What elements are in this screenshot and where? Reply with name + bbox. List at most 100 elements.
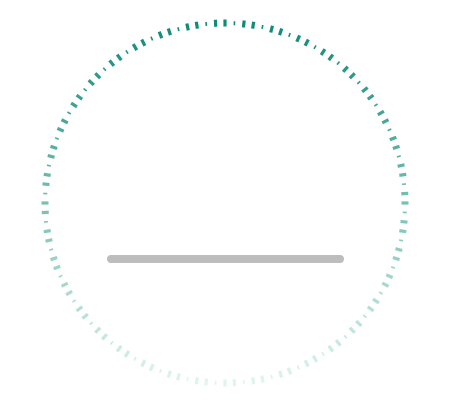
ring-tick [334,339,342,347]
ring-tick [295,34,302,43]
ring-tick [75,305,84,313]
ring-tick [303,38,310,47]
ring-tick [45,238,53,243]
ring-tick [366,305,375,313]
ring-tick [109,340,114,345]
ring-tick [381,281,390,288]
ring-tick [60,118,69,125]
ring-tick [186,376,189,382]
ring-tick [175,373,181,381]
ring-tick [133,356,137,362]
ring-tick [269,25,275,33]
ring-tick [66,111,72,115]
ring-tick [278,27,284,36]
ring-tick [166,27,172,36]
ring-tick [392,144,401,150]
ring-tick [157,31,164,39]
ring-tick [381,118,390,125]
ring-tick [392,256,401,262]
ring-tick [251,377,256,385]
ring-tick [48,248,54,251]
ring-tick [319,48,327,56]
ring-tick [355,319,363,327]
ring-tick [194,21,199,29]
ring-tick [83,87,88,92]
ring-tick [43,229,51,234]
ring-tick [49,256,58,262]
ring-tick [194,377,199,385]
loading-screen [0,0,451,410]
progress-bar [107,255,344,263]
ring-tick [396,155,402,158]
ring-tick [387,128,392,132]
ring-tick [58,274,63,278]
ring-tick [286,367,293,375]
ring-tick [372,297,380,305]
ring-tick [49,144,58,150]
ring-tick [204,378,209,386]
ring-tick [131,43,139,51]
ring-tick [89,321,94,326]
ring-tick [115,53,123,62]
ring-tick [43,172,51,177]
ring-tick [123,350,131,358]
ring-tick [385,273,394,280]
ring-tick [159,368,162,374]
ring-tick [75,93,84,101]
ring-tick [177,26,180,32]
ring-tick [390,266,396,269]
ring-tick [395,247,403,253]
ring-tick [47,153,55,159]
ring-tick [373,103,379,107]
ring-tick [348,72,356,80]
ring-tick [278,370,284,379]
ring-tick [140,38,147,47]
ring-tick [356,80,361,85]
ring-tick [108,59,116,67]
ring-tick [362,314,367,319]
ring-tick [125,49,129,55]
ring-tick [94,326,102,334]
ring-tick [296,365,300,370]
ring-tick [398,239,404,242]
ring-tick [261,24,264,30]
ring-tick [399,172,407,177]
ring-tick [341,65,349,73]
ring-tick [366,93,375,101]
ring-tick [397,163,405,168]
ring-tick [148,363,155,372]
progress-fill [107,255,344,263]
ring-tick [53,264,61,271]
ring-tick [251,21,256,29]
ring-tick [81,312,89,320]
ring-tick [94,72,102,80]
ring-tick [54,137,60,140]
ring-tick [311,355,319,363]
ring-tick [56,126,65,133]
ring-tick [389,135,397,142]
ring-tick [378,291,384,295]
ring-tick [327,344,335,353]
ring-tick [70,101,78,109]
ring-tick [241,20,246,28]
ring-tick [270,374,273,380]
ring-tick [399,229,407,234]
ring-tick [185,23,190,31]
loading-ring-icon [41,19,409,387]
ring-tick [377,109,385,117]
ring-tick [166,370,172,379]
ring-tick [102,67,107,72]
ring-tick [150,36,154,41]
ring-tick [288,32,291,38]
ring-tick [361,86,369,94]
ring-tick [140,359,147,368]
ring-tick [400,219,408,224]
ring-tick [336,61,341,66]
ring-tick [321,351,325,357]
ring-tick [303,359,310,368]
ring-tick [42,182,50,187]
ring-ticks [41,19,409,387]
ring-tick [87,79,95,87]
ring-tick [343,334,348,339]
ring-tick [260,375,265,383]
